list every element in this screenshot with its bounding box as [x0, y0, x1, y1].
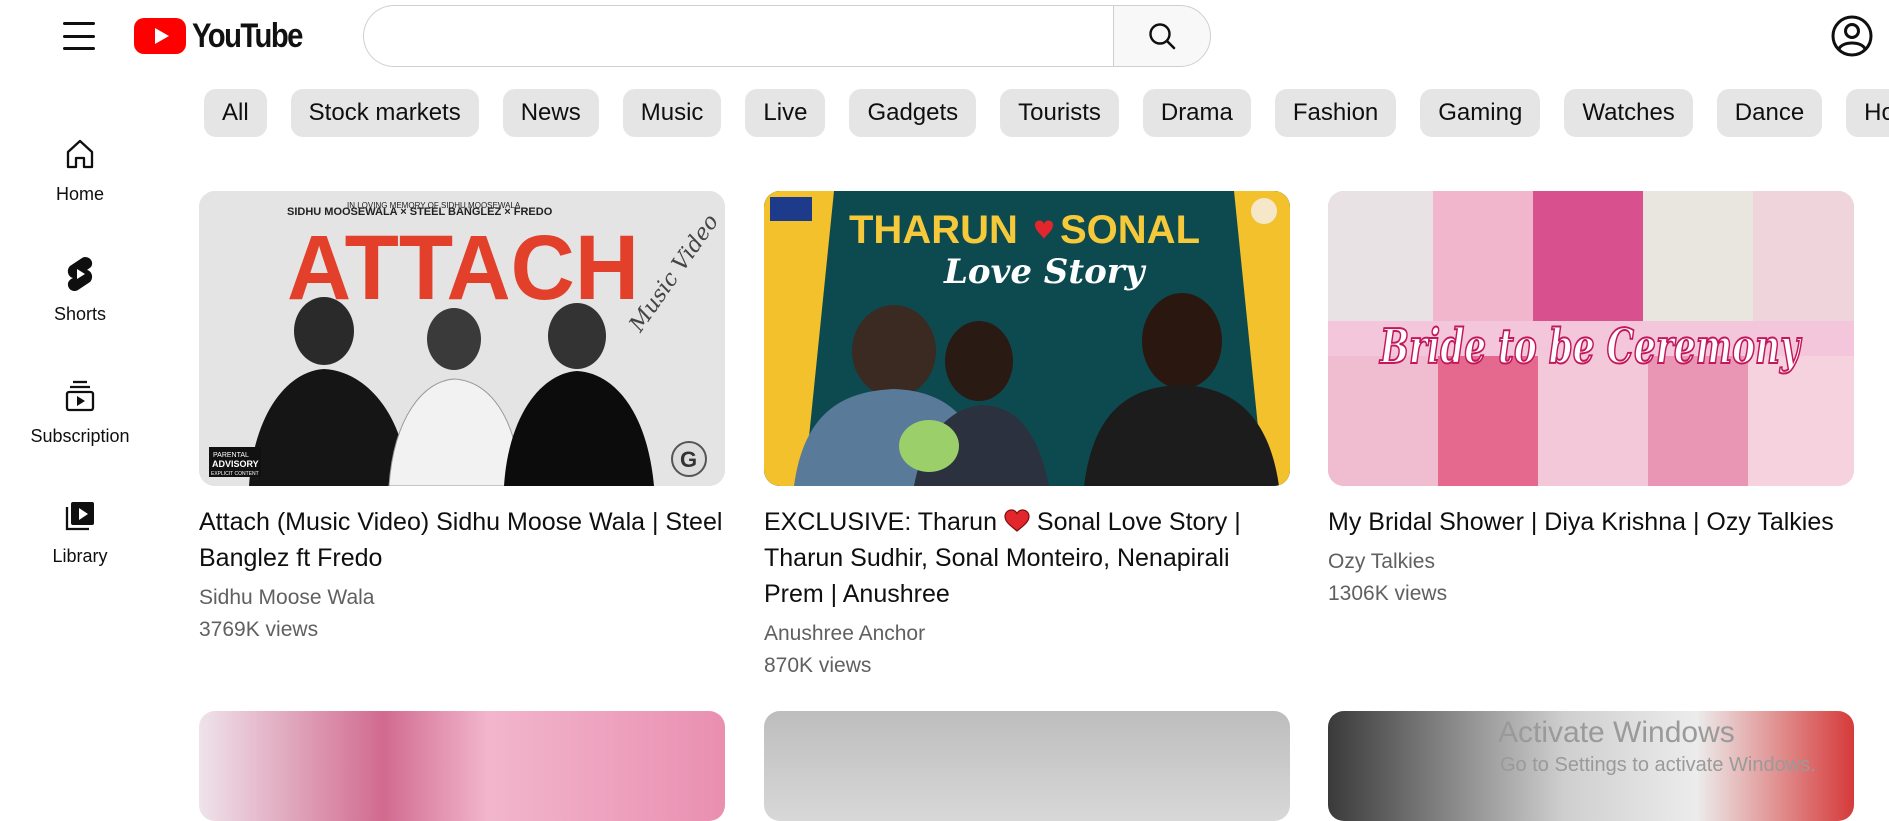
- video-thumbnail[interactable]: Bride to be Ceremony: [1328, 191, 1854, 486]
- chip-all[interactable]: All: [204, 89, 267, 137]
- video-thumbnail[interactable]: [199, 711, 725, 821]
- top-bar: YouTube: [0, 0, 1889, 72]
- video-channel[interactable]: Ozy Talkies: [1328, 550, 1854, 574]
- video-title[interactable]: EXCLUSIVE: Tharun Sonal Love Story | Tha…: [764, 504, 1290, 612]
- chip-watches[interactable]: Watches: [1564, 89, 1693, 137]
- thumb-corner-logo: G: [680, 447, 697, 472]
- thumb-name-1: THARUN: [849, 208, 1018, 252]
- account-icon: [1831, 15, 1873, 57]
- sidebar-item-label: Shorts: [53, 304, 107, 324]
- video-title[interactable]: Attach (Music Video) Sidhu Moose Wala | …: [199, 504, 725, 576]
- video-channel[interactable]: Anushree Anchor: [764, 622, 1290, 646]
- chip-tourists[interactable]: Tourists: [1000, 89, 1119, 137]
- chip-ho[interactable]: Ho: [1846, 89, 1889, 137]
- youtube-play-icon: [134, 18, 186, 54]
- sidebar-item-shorts[interactable]: Shorts: [0, 254, 160, 354]
- video-title[interactable]: My Bridal Shower | Diya Krishna | Ozy Ta…: [1328, 504, 1854, 540]
- category-chips: All Stock markets News Music Live Gadget…: [204, 89, 1889, 139]
- chip-gadgets[interactable]: Gadgets: [849, 89, 977, 137]
- video-card: IN LOVING MEMORY OF SIDHU MOOSEWALA SIDH…: [199, 191, 725, 642]
- library-icon: [60, 496, 100, 536]
- sidebar-item-subscription[interactable]: Subscription: [0, 376, 160, 476]
- video-views: 1306K views: [1328, 582, 1448, 605]
- video-card: [199, 711, 725, 821]
- home-icon: [60, 134, 100, 174]
- video-thumbnail[interactable]: [764, 711, 1290, 821]
- search-input[interactable]: [363, 5, 1113, 67]
- thumb-badge-2: ADVISORY: [212, 459, 259, 469]
- menu-icon: [63, 22, 95, 25]
- sidebar-item-label: Library: [52, 546, 108, 566]
- chip-live[interactable]: Live: [745, 89, 826, 137]
- search-bar: [363, 5, 1211, 67]
- video-views: 870K views: [764, 654, 872, 677]
- chip-music[interactable]: Music: [622, 89, 722, 137]
- video-thumbnail[interactable]: IN LOVING MEMORY OF SIDHU MOOSEWALA SIDH…: [199, 191, 725, 486]
- sidebar-item-library[interactable]: Library: [0, 496, 160, 596]
- video-thumbnail[interactable]: [1328, 711, 1854, 821]
- account-button[interactable]: [1830, 14, 1874, 58]
- heart-emoji-icon: [1004, 509, 1030, 532]
- search-icon: [1149, 23, 1176, 50]
- video-title-start: EXCLUSIVE: Tharun: [764, 508, 997, 536]
- youtube-logo[interactable]: YouTube: [134, 16, 320, 56]
- chip-fashion[interactable]: Fashion: [1274, 89, 1397, 137]
- sidebar-item-label: Subscription: [30, 426, 130, 446]
- video-card: [1328, 711, 1854, 821]
- menu-button[interactable]: [55, 18, 103, 54]
- video-card: THARUN SONAL Love Story EXCLUSIVE: Tharu…: [764, 191, 1290, 678]
- video-channel[interactable]: Sidhu Moose Wala: [199, 586, 725, 610]
- video-card: Bride to be Ceremony My Bridal Shower | …: [1328, 191, 1854, 606]
- thumbnail-art: THARUN SONAL Love Story: [764, 191, 1290, 486]
- thumb-overlay-text: Bride to be Ceremony: [1379, 319, 1803, 375]
- thumbnail-art: IN LOVING MEMORY OF SIDHU MOOSEWALA SIDH…: [199, 191, 725, 486]
- thumb-name-2: SONAL: [1060, 208, 1200, 252]
- search-button[interactable]: [1113, 5, 1211, 67]
- video-card: [764, 711, 1290, 821]
- sidebar-item-label: Home: [55, 184, 104, 204]
- chip-stock-markets[interactable]: Stock markets: [290, 89, 479, 137]
- thumb-badge-3: EXPLICIT CONTENT: [211, 471, 259, 477]
- logo-wordmark: YouTube: [192, 16, 303, 55]
- thumb-badge-1: PARENTAL: [213, 452, 249, 459]
- shorts-icon: [60, 254, 100, 294]
- video-views: 3769K views: [199, 618, 319, 641]
- subscription-icon: [60, 376, 100, 416]
- thumb-love-story: Love Story: [943, 252, 1147, 292]
- chip-drama[interactable]: Drama: [1142, 89, 1251, 137]
- chip-dance[interactable]: Dance: [1716, 89, 1823, 137]
- sidebar-item-home[interactable]: Home: [0, 134, 160, 234]
- video-thumbnail[interactable]: THARUN SONAL Love Story: [764, 191, 1290, 486]
- chip-gaming[interactable]: Gaming: [1420, 89, 1541, 137]
- chip-news[interactable]: News: [502, 89, 599, 137]
- thumbnail-art: Bride to be Ceremony: [1328, 191, 1854, 486]
